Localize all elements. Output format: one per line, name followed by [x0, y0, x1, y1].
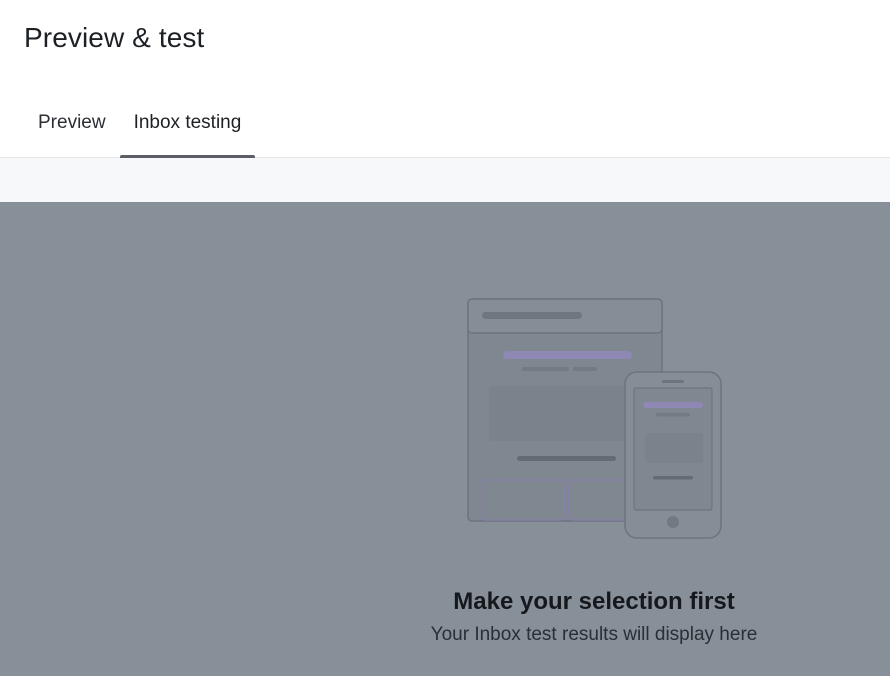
- tab-inbox-testing[interactable]: Inbox testing: [119, 100, 256, 158]
- desktop-and-mobile-email-icon: [467, 298, 722, 539]
- tab-preview[interactable]: Preview: [24, 100, 120, 157]
- page-header: Preview & test Preview Inbox testing: [0, 0, 890, 158]
- toolbar-area: [0, 158, 890, 202]
- empty-state-subtitle: Your Inbox test results will display her…: [430, 624, 758, 645]
- empty-state-title: Make your selection first: [453, 588, 735, 615]
- tab-bar: Preview Inbox testing: [24, 100, 256, 158]
- page-title: Preview & test: [24, 22, 205, 53]
